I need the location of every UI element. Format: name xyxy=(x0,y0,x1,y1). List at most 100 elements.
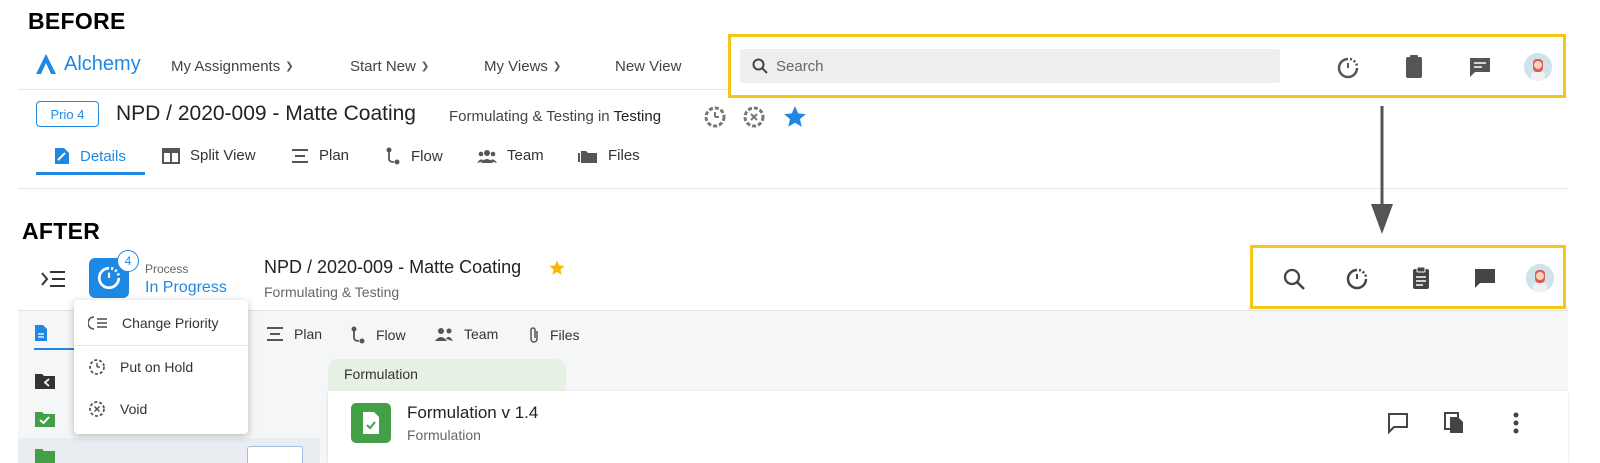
clipboard-icon[interactable] xyxy=(1408,264,1434,292)
brand-name: Alchemy xyxy=(64,52,141,75)
tab-files-label: Files xyxy=(608,147,640,164)
tab-files-label: Files xyxy=(550,327,580,343)
search-input[interactable]: Search xyxy=(740,49,1280,83)
put-on-hold-icon xyxy=(89,359,105,375)
brand-logo[interactable]: Alchemy xyxy=(34,52,141,76)
nav-my-assignments-label: My Assignments xyxy=(171,58,281,75)
menu-item-label: Put on Hold xyxy=(120,359,194,375)
team-icon xyxy=(435,328,453,341)
tab-team[interactable]: Team xyxy=(477,147,544,164)
put-on-hold-icon[interactable] xyxy=(702,104,728,130)
split-view-icon xyxy=(162,147,180,164)
process-icon[interactable] xyxy=(1334,54,1362,82)
tab-flow[interactable]: Flow xyxy=(385,147,443,165)
team-icon xyxy=(477,149,497,163)
search-icon[interactable] xyxy=(1280,265,1308,293)
nav-new-view[interactable]: New View xyxy=(615,58,681,75)
nav-my-views[interactable]: My Views ❯ xyxy=(484,58,561,75)
document-icon[interactable] xyxy=(34,324,50,344)
alchemy-logo-icon xyxy=(36,54,56,74)
tab-plan-label: Plan xyxy=(294,326,323,342)
tab-split-view-label: Split View xyxy=(190,147,256,164)
tab-flow-label: Flow xyxy=(376,327,406,343)
tab-flow-label: Flow xyxy=(411,147,443,165)
nav-new-view-label: New View xyxy=(615,58,682,75)
active-tab-indicator xyxy=(34,348,74,350)
search-icon xyxy=(752,58,768,74)
plan-icon xyxy=(292,148,308,163)
nav-start-new[interactable]: Start New ❯ xyxy=(350,58,429,75)
nav-start-new-label: Start New xyxy=(350,58,416,75)
menu-collapse-icon[interactable] xyxy=(39,266,67,292)
comments-icon[interactable] xyxy=(1471,264,1499,292)
row-action-button[interactable] xyxy=(247,446,303,463)
clipboard-icon[interactable] xyxy=(1401,53,1427,81)
folder-check-icon[interactable] xyxy=(34,410,56,433)
tab-team[interactable]: Team xyxy=(434,326,498,342)
card-title: Formulation v 1.4 xyxy=(407,403,539,422)
flow-icon xyxy=(351,326,365,344)
record-title-after: NPD / 2020-009 - Matte Coating xyxy=(264,257,522,277)
folder-icon xyxy=(578,150,597,163)
priority-badge[interactable]: Prio 4 xyxy=(36,101,99,127)
tab-flow[interactable]: Flow xyxy=(350,326,406,344)
avatar[interactable] xyxy=(1524,53,1552,81)
process-icon xyxy=(97,266,121,290)
document-edit-icon xyxy=(55,148,69,164)
process-label: Process xyxy=(145,262,189,276)
avatar[interactable] xyxy=(1526,264,1554,292)
tab-details[interactable]: Details xyxy=(54,147,126,165)
user-avatar-icon xyxy=(1524,53,1552,81)
menu-item-put-on-hold[interactable]: Put on Hold xyxy=(74,346,248,388)
more-vert-icon[interactable] xyxy=(1504,409,1528,437)
plan-icon xyxy=(267,327,283,341)
menu-item-change-priority[interactable]: Change Priority xyxy=(74,300,248,346)
chevron-down-icon: ❯ xyxy=(552,61,562,72)
tab-files[interactable]: Files xyxy=(578,147,640,164)
flow-icon xyxy=(386,147,400,165)
process-status[interactable]: In Progress xyxy=(145,279,227,297)
nav-my-assignments[interactable]: My Assignments ❯ xyxy=(171,58,294,75)
nav-my-views-label: My Views xyxy=(484,58,548,75)
active-tab-indicator xyxy=(36,172,145,175)
menu-item-label: Change Priority xyxy=(122,314,219,331)
search-placeholder: Search xyxy=(776,57,824,75)
tab-files[interactable]: Files xyxy=(528,326,580,344)
chevron-down-icon: ❯ xyxy=(285,61,294,72)
record-subtitle: Formulating & Testing xyxy=(264,284,400,300)
record-status: Formulating & Testing in Testing xyxy=(449,108,661,125)
tab-team-label: Team xyxy=(464,326,499,342)
status-stage: Testing xyxy=(613,108,662,125)
void-icon xyxy=(89,401,105,417)
section-tab-formulation[interactable]: Formulation xyxy=(328,359,566,393)
transition-arrow-icon xyxy=(1371,106,1393,234)
tab-plan[interactable]: Plan xyxy=(291,147,349,164)
tab-plan[interactable]: Plan xyxy=(266,326,322,342)
comment-icon[interactable] xyxy=(1384,409,1412,437)
formulation-doc-icon xyxy=(351,403,391,443)
change-priority-icon xyxy=(88,315,107,330)
before-label: BEFORE xyxy=(28,8,126,34)
comments-icon[interactable] xyxy=(1466,53,1494,81)
tab-team-label: Team xyxy=(507,147,544,164)
folder-icon xyxy=(34,447,56,463)
process-actions-menu: Change Priority Put on Hold Void xyxy=(74,300,248,434)
menu-item-void[interactable]: Void xyxy=(74,388,248,430)
tab-split-view[interactable]: Split View xyxy=(162,147,256,164)
priority-count-badge: 4 xyxy=(117,250,139,272)
user-avatar-icon xyxy=(1526,264,1554,292)
formulation-card[interactable] xyxy=(328,391,1568,463)
status-prefix: Formulating & Testing in xyxy=(449,108,610,125)
back-folder-icon[interactable] xyxy=(34,372,56,395)
card-subtitle: Formulation xyxy=(407,427,481,443)
star-icon[interactable] xyxy=(781,103,809,131)
process-icon[interactable] xyxy=(1343,265,1371,293)
menu-item-label: Void xyxy=(120,401,148,417)
divider xyxy=(18,89,728,90)
copy-icon[interactable] xyxy=(1440,409,1468,437)
paperclip-icon xyxy=(530,327,538,343)
record-title: NPD / 2020-009 - Matte Coating xyxy=(116,102,416,125)
tab-details-label: Details xyxy=(80,147,126,165)
void-icon[interactable] xyxy=(741,104,767,130)
star-icon[interactable] xyxy=(546,257,568,279)
